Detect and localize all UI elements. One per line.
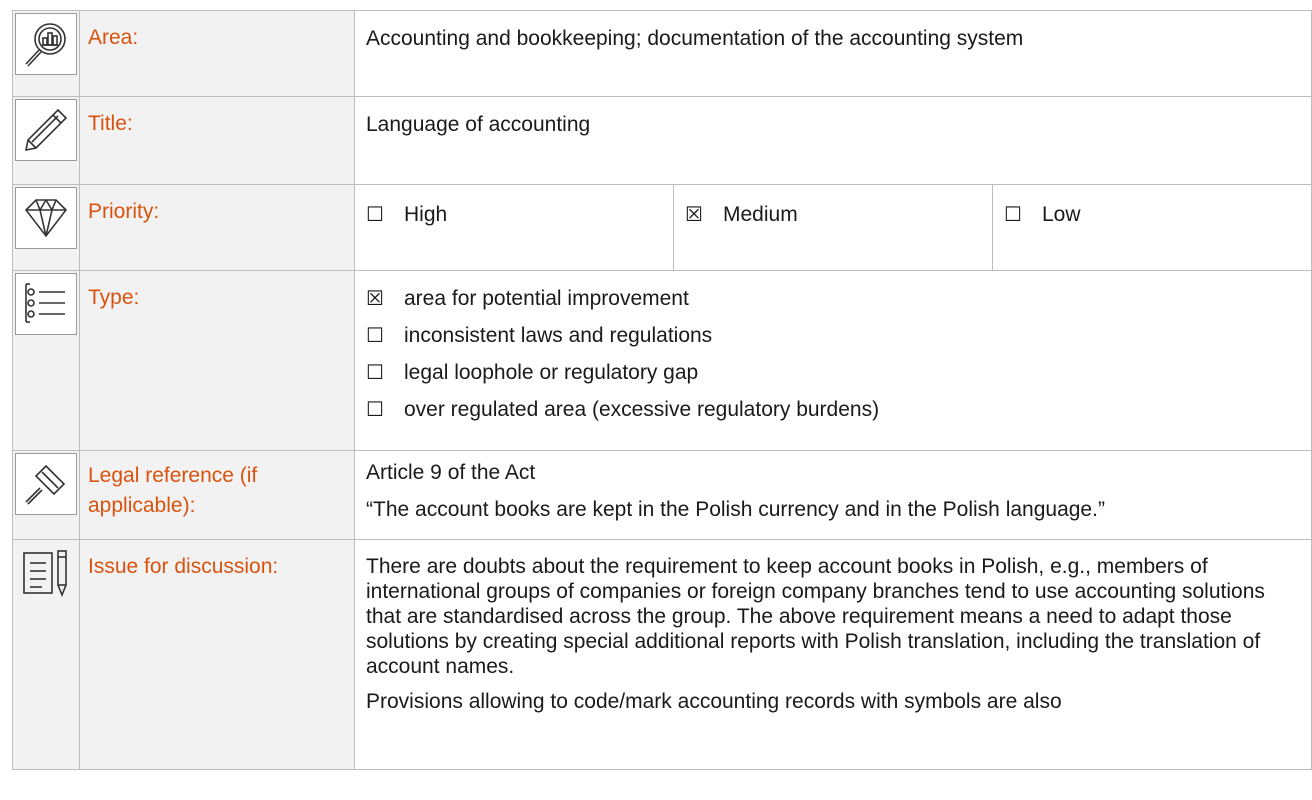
issue-value: There are doubts about the requirement t…	[354, 539, 1312, 770]
type-options: ☒ area for potential improvement ☐ inconsi…	[354, 270, 1312, 451]
option-label: Low	[1042, 203, 1081, 226]
form-table: Area: Accounting and bookkeeping; docume…	[12, 10, 1312, 770]
gavel-icon	[15, 453, 77, 515]
title-icon-cell	[12, 96, 80, 185]
magnifier-chart-icon	[15, 13, 77, 75]
checkbox[interactable]: ☐	[1004, 201, 1026, 229]
title-value: Language of accounting	[354, 96, 1312, 185]
priority-label: Priority:	[79, 184, 355, 271]
diamond-icon	[15, 187, 77, 249]
area-label: Area:	[79, 10, 355, 97]
type-row: Type: ☒ area for potential improvement ☐ i…	[12, 270, 1312, 451]
option-label: over regulated area (excessive regulator…	[404, 398, 880, 421]
legal-label: Legal reference (if applicable):	[79, 450, 355, 540]
option-label: area for potential improvement	[404, 287, 689, 310]
legal-icon-cell	[12, 450, 80, 540]
legal-reference-title: Article 9 of the Act	[366, 461, 536, 484]
priority-row: Priority: ☐ High ☒ Medium ☐ Low	[12, 184, 1312, 271]
type-label: Type:	[79, 270, 355, 451]
priority-option-high[interactable]: ☐ High	[354, 184, 674, 271]
legal-reference-quote: “The account books are kept in the Polis…	[366, 498, 1105, 521]
option-label: legal loophole or regulatory gap	[404, 361, 699, 384]
pencil-icon	[15, 99, 77, 161]
issue-label: Issue for discussion:	[79, 539, 355, 770]
type-option[interactable]: ☒ area for potential improvement	[366, 285, 1301, 322]
legal-row: Legal reference (if applicable): Article…	[12, 450, 1312, 540]
option-label: Medium	[723, 203, 798, 226]
issue-paragraph: Provisions allowing to code/mark account…	[366, 690, 1062, 713]
priority-icon-cell	[12, 184, 80, 271]
checkbox[interactable]: ☒	[366, 285, 388, 313]
area-value: Accounting and bookkeeping; documentatio…	[354, 10, 1312, 97]
type-option[interactable]: ☐ inconsistent laws and regulations	[366, 322, 1301, 359]
checkbox[interactable]: ☐	[366, 396, 388, 424]
checkbox[interactable]: ☐	[366, 201, 388, 229]
priority-option-low[interactable]: ☐ Low	[992, 184, 1312, 271]
type-icon-cell	[12, 270, 80, 451]
title-label: Title:	[79, 96, 355, 185]
option-label: inconsistent laws and regulations	[404, 324, 713, 347]
title-row: Title: Language of accounting	[12, 96, 1312, 185]
checkbox[interactable]: ☐	[366, 359, 388, 387]
type-option[interactable]: ☐ over regulated area (excessive regulato…	[366, 396, 1301, 433]
type-option[interactable]: ☐ legal loophole or regulatory gap	[366, 359, 1301, 396]
option-label: High	[404, 203, 448, 226]
issue-row: Issue for discussion: There are doubts a…	[12, 539, 1312, 770]
priority-option-medium[interactable]: ☒ Medium	[673, 184, 993, 271]
area-row: Area: Accounting and bookkeeping; docume…	[12, 10, 1312, 97]
list-icon	[15, 273, 77, 335]
issue-paragraph: There are doubts about the requirement t…	[366, 555, 1265, 678]
checkbox[interactable]: ☒	[685, 201, 707, 229]
legal-value: Article 9 of the Act “The account books …	[354, 450, 1312, 540]
issue-icon-cell	[12, 539, 80, 770]
document-pen-icon	[15, 542, 77, 604]
area-icon-cell	[12, 10, 80, 97]
checkbox[interactable]: ☐	[366, 322, 388, 350]
